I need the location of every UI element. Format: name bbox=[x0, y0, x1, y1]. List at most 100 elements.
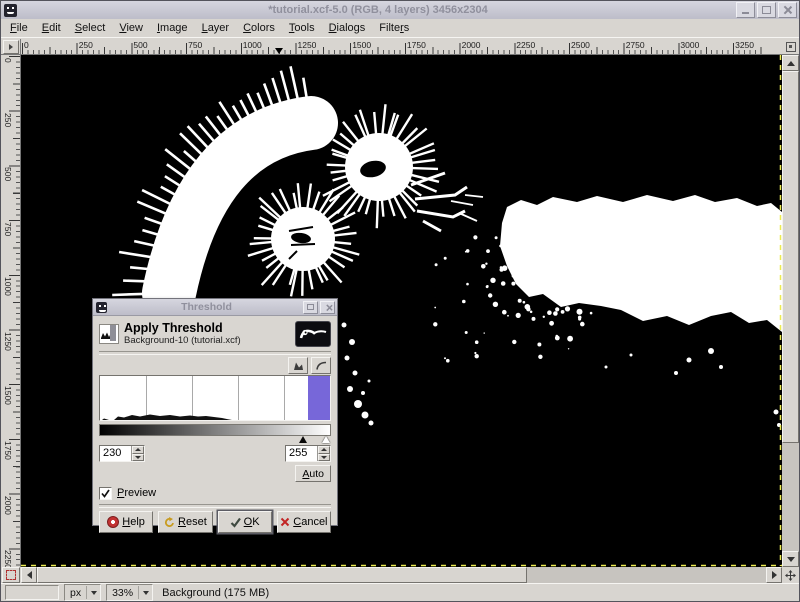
low-threshold-slider[interactable] bbox=[299, 436, 307, 443]
menu-filters[interactable]: Filters bbox=[372, 20, 416, 36]
minimize-button[interactable] bbox=[736, 2, 755, 18]
close-button[interactable] bbox=[778, 2, 797, 18]
horizontal-scrollbar[interactable] bbox=[21, 567, 782, 583]
threshold-slider-track bbox=[99, 436, 331, 444]
high-threshold-value[interactable]: 255 bbox=[286, 446, 317, 461]
chevron-down-icon[interactable] bbox=[86, 586, 100, 599]
menu-layer[interactable]: Layer bbox=[195, 20, 237, 36]
menubar: File Edit Select View Image Layer Colors… bbox=[1, 19, 799, 38]
log-histogram-icon bbox=[316, 361, 327, 370]
ok-button[interactable]: OK bbox=[218, 511, 272, 533]
menu-colors[interactable]: Colors bbox=[236, 20, 282, 36]
scroll-down-button[interactable] bbox=[782, 551, 799, 567]
dialog-header-text: Apply Threshold Background-10 (tutorial.… bbox=[124, 322, 290, 346]
high-threshold-slider[interactable] bbox=[322, 436, 330, 443]
vruler-label: 1250 bbox=[3, 332, 13, 351]
spin-steppers bbox=[131, 446, 144, 461]
high-threshold-spinbox[interactable]: 255 bbox=[285, 445, 331, 462]
histogram[interactable] bbox=[99, 375, 331, 421]
ok-label: OK bbox=[244, 516, 260, 528]
dialog-close-button[interactable] bbox=[320, 301, 335, 314]
arrow-right-icon bbox=[772, 571, 777, 579]
scroll-up-button[interactable] bbox=[782, 55, 799, 71]
menu-image[interactable]: Image bbox=[150, 20, 195, 36]
ruler-corner bbox=[1, 39, 21, 55]
separator bbox=[99, 351, 331, 355]
arrow-down-icon bbox=[787, 557, 795, 562]
auto-row: Auto bbox=[99, 465, 331, 482]
linear-histogram-icon bbox=[293, 361, 304, 370]
canvas-corner-button-area bbox=[782, 39, 799, 55]
zoom-value: 33% bbox=[107, 587, 138, 599]
preview-label: Preview bbox=[117, 487, 156, 499]
window-title: *tutorial.xcf-5.0 (RGB, 4 layers) 3456x2… bbox=[20, 4, 736, 16]
ruler-pointer-marker bbox=[275, 48, 283, 54]
threshold-spinboxes: 230 255 bbox=[99, 445, 331, 462]
dialog-titlebar[interactable]: Threshold bbox=[93, 299, 337, 316]
dialog-body: Apply Threshold Background-10 (tutorial.… bbox=[93, 316, 337, 537]
auto-button[interactable]: Auto bbox=[295, 465, 331, 482]
statusbar: px 33% Background (175 MB) bbox=[1, 583, 799, 601]
horizontal-scroll-thumb[interactable] bbox=[37, 567, 527, 583]
spin-up-button[interactable] bbox=[132, 446, 144, 454]
cursor-position-field bbox=[5, 585, 59, 600]
dialog-title: Threshold bbox=[110, 301, 303, 313]
preview-row: Preview bbox=[99, 484, 331, 502]
vertical-scrollbar[interactable] bbox=[782, 55, 799, 567]
menu-file[interactable]: File bbox=[3, 20, 35, 36]
menu-tools[interactable]: Tools bbox=[282, 20, 322, 36]
help-label: Help bbox=[122, 516, 145, 528]
maximize-icon bbox=[307, 304, 314, 310]
chevron-down-icon[interactable] bbox=[138, 586, 152, 599]
window-titlebar[interactable]: *tutorial.xcf-5.0 (RGB, 4 layers) 3456x2… bbox=[1, 1, 799, 20]
navigation-icon[interactable] bbox=[785, 570, 796, 581]
arrow-up-icon bbox=[787, 61, 795, 66]
maximize-button[interactable] bbox=[757, 2, 776, 18]
hruler-label: 1250 bbox=[298, 40, 317, 50]
spin-down-button[interactable] bbox=[318, 454, 330, 462]
zoom-combo[interactable]: 33% bbox=[106, 584, 153, 601]
dialog-maximize-button[interactable] bbox=[303, 301, 318, 314]
scroll-right-button[interactable] bbox=[766, 567, 782, 583]
image-menu-button[interactable] bbox=[3, 40, 19, 54]
vruler-label: 0 bbox=[3, 58, 13, 63]
cancel-button[interactable]: Cancel bbox=[277, 511, 331, 533]
preview-checkbox[interactable] bbox=[99, 487, 112, 500]
scroll-left-button[interactable] bbox=[21, 567, 37, 583]
close-icon bbox=[325, 305, 330, 310]
unit-combo[interactable]: px bbox=[64, 584, 101, 601]
help-icon bbox=[107, 516, 119, 528]
help-button[interactable]: Help bbox=[99, 511, 153, 533]
hruler-label: 250 bbox=[79, 40, 93, 50]
reset-icon bbox=[164, 517, 175, 528]
dialog-app-icon bbox=[96, 302, 107, 313]
histogram-log-button[interactable] bbox=[311, 357, 331, 374]
low-threshold-value[interactable]: 230 bbox=[100, 446, 131, 461]
hruler-label: 0 bbox=[24, 40, 29, 50]
dialog-header-title: Apply Threshold bbox=[124, 322, 290, 336]
spin-down-button[interactable] bbox=[132, 454, 144, 462]
threshold-tool-icon bbox=[99, 324, 119, 344]
minimize-icon bbox=[742, 12, 749, 14]
spin-up-button[interactable] bbox=[318, 446, 330, 454]
threshold-gradient-strip bbox=[99, 424, 331, 436]
close-icon bbox=[784, 6, 792, 14]
menu-dialogs[interactable]: Dialogs bbox=[322, 20, 373, 36]
gimp-image-window: *tutorial.xcf-5.0 (RGB, 4 layers) 3456x2… bbox=[0, 0, 800, 602]
quickmask-toggle-button[interactable] bbox=[2, 567, 20, 583]
menu-view[interactable]: View bbox=[112, 20, 150, 36]
vruler-label: 250 bbox=[3, 113, 13, 127]
hruler-label: 1000 bbox=[243, 40, 262, 50]
vertical-scroll-thumb[interactable] bbox=[782, 71, 799, 443]
menu-edit[interactable]: Edit bbox=[35, 20, 68, 36]
horizontal-ruler[interactable]: 0250500750100012501500175020002250250027… bbox=[21, 39, 782, 55]
histogram-linear-button[interactable] bbox=[288, 357, 308, 374]
dialog-header-subtitle: Background-10 (tutorial.xcf) bbox=[124, 336, 290, 346]
low-threshold-spinbox[interactable]: 230 bbox=[99, 445, 145, 462]
vertical-ruler[interactable]: 0250500750100012501500175020002250 bbox=[1, 55, 21, 567]
reset-button[interactable]: Reset bbox=[158, 511, 212, 533]
zoom-fit-icon[interactable] bbox=[786, 42, 796, 52]
spin-steppers bbox=[317, 446, 330, 461]
menu-select[interactable]: Select bbox=[68, 20, 113, 36]
ok-icon bbox=[230, 517, 241, 528]
